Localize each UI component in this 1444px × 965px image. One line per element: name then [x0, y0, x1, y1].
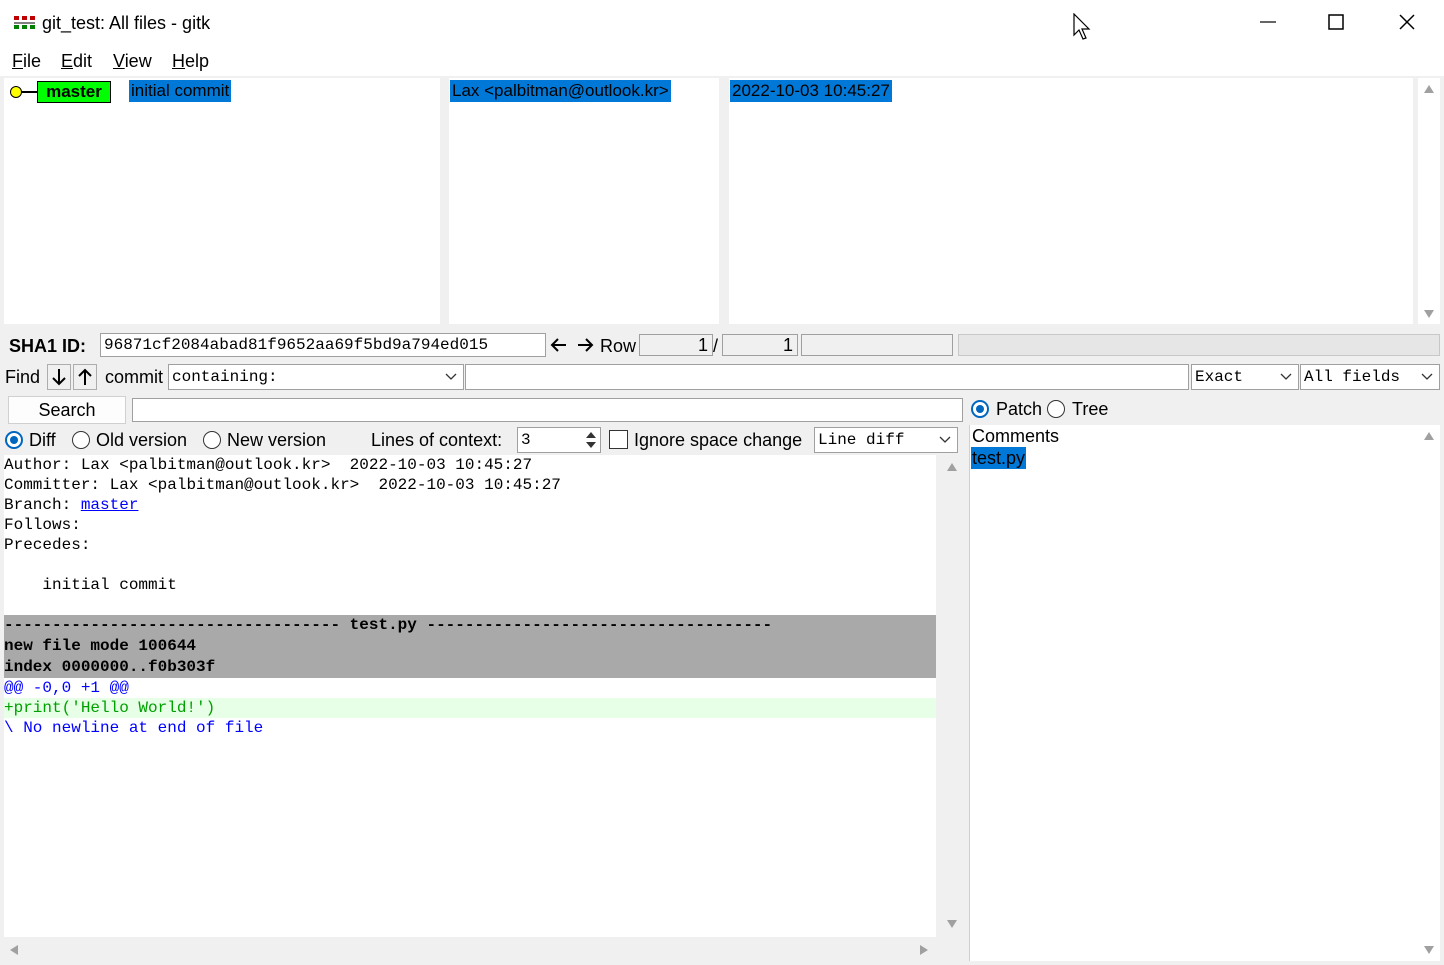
file-header: ----------------------------------- test… [4, 615, 936, 636]
follows-line: Follows: [4, 516, 81, 534]
find-type-select[interactable]: containing: [168, 364, 464, 390]
commit-author[interactable]: Lax <palbitman@outlook.kr> [450, 80, 671, 102]
comments-item[interactable]: Comments [972, 425, 1059, 447]
new-version-radio[interactable] [203, 431, 221, 449]
scroll-up-icon[interactable] [947, 463, 957, 471]
commit-node-icon [8, 84, 40, 100]
scroll-down-icon[interactable] [1424, 946, 1434, 954]
progress-bar [958, 334, 1440, 356]
diff-mode-select[interactable]: Line diff [814, 427, 958, 453]
row-separator: / [713, 336, 719, 356]
find-text-input[interactable] [465, 364, 1189, 390]
minimize-button[interactable] [1244, 0, 1290, 46]
scroll-down-icon[interactable] [947, 920, 957, 928]
sha1-field[interactable]: 96871cf2084abad81f9652aa69f5bd9a794ed015 [100, 333, 546, 357]
scroll-up-icon[interactable] [1424, 85, 1434, 93]
maximize-button[interactable] [1312, 0, 1358, 46]
diff-mode-value: Line diff [818, 431, 905, 449]
commit-label: commit [105, 367, 163, 387]
scroll-up-icon[interactable] [1424, 432, 1434, 440]
find-label: Find [5, 367, 41, 387]
context-spinbox[interactable]: 3 [517, 427, 601, 453]
menu-bar: File Edit View Help [0, 46, 1444, 76]
patch-radio[interactable] [971, 400, 989, 418]
branch-tag: master [37, 81, 111, 103]
chevron-down-icon [1421, 373, 1433, 380]
diff-pane[interactable]: Author: Lax <palbitman@outlook.kr> 2022-… [4, 455, 936, 937]
row-label: Row [600, 336, 637, 356]
find-up-button[interactable] [73, 364, 97, 390]
chevron-down-icon [1280, 373, 1292, 380]
commit-date[interactable]: 2022-10-03 10:45:27 [730, 80, 892, 102]
author-line: Author: Lax <palbitman@outlook.kr> 2022-… [4, 456, 533, 474]
committer-line: Committer: Lax <palbitman@outlook.kr> 20… [4, 476, 561, 494]
gitk-app-icon [14, 16, 36, 30]
chevron-down-icon [445, 373, 457, 380]
match-type-value: Exact [1195, 368, 1244, 386]
spin-up-icon[interactable] [586, 432, 596, 438]
row-total: 1 [722, 334, 798, 356]
menu-edit[interactable]: Edit [61, 50, 92, 72]
patch-label[interactable]: Patch [996, 398, 1042, 420]
menu-view[interactable]: View [113, 50, 152, 72]
fields-select[interactable]: All fields [1300, 364, 1440, 390]
find-type-value: containing: [172, 368, 278, 386]
diff-vertical-scrollbar[interactable] [940, 455, 964, 937]
fields-value: All fields [1304, 368, 1401, 386]
file-item-test-py[interactable]: test.py [971, 447, 1027, 469]
new-version-label[interactable]: New version [227, 429, 326, 451]
search-button[interactable]: Search [8, 396, 126, 424]
forward-arrow-icon[interactable] [574, 333, 596, 357]
no-newline-line: \ No newline at end of file [4, 719, 264, 737]
tree-radio[interactable] [1047, 400, 1065, 418]
file-list-scrollbar[interactable] [1418, 425, 1440, 961]
context-value: 3 [521, 431, 531, 449]
mouse-cursor-icon [1073, 12, 1093, 41]
context-label: Lines of context: [371, 430, 503, 450]
index-line: index 0000000..f0b303f [4, 657, 936, 678]
find-down-button[interactable] [47, 364, 71, 390]
tree-label[interactable]: Tree [1072, 398, 1108, 420]
added-line: +print('Hello World!') [4, 698, 936, 718]
old-version-radio[interactable] [72, 431, 90, 449]
hunk-header: @@ -0,0 +1 @@ [4, 679, 129, 697]
scroll-left-icon[interactable] [10, 945, 18, 955]
scroll-right-icon[interactable] [920, 945, 928, 955]
title-bar: git_test: All files - gitk [0, 0, 1444, 46]
window-title: git_test: All files - gitk [42, 13, 211, 33]
chevron-down-icon [939, 436, 951, 443]
match-type-select[interactable]: Exact [1191, 364, 1299, 390]
commit-message-body: initial commit [4, 576, 177, 594]
file-list-pane[interactable]: Comments test.py [969, 425, 1418, 961]
ignore-space-checkbox[interactable] [609, 430, 628, 449]
menu-file[interactable]: File [12, 50, 41, 72]
file-mode-line: new file mode 100644 [4, 636, 936, 657]
precedes-line: Precedes: [4, 536, 91, 554]
commit-author-pane[interactable]: Lax <palbitman@outlook.kr> [449, 78, 719, 324]
commit-list-scrollbar[interactable] [1418, 78, 1440, 324]
status-box [801, 334, 953, 356]
row-current: 1 [639, 334, 713, 356]
diff-horizontal-scrollbar[interactable] [4, 940, 936, 960]
branch-link[interactable]: master [81, 496, 139, 514]
commit-date-pane[interactable]: 2022-10-03 10:45:27 [729, 78, 1413, 324]
commit-graph-pane[interactable]: master initial commit [4, 78, 440, 324]
ignore-space-label[interactable]: Ignore space change [634, 429, 802, 451]
menu-help[interactable]: Help [172, 50, 209, 72]
sha1-label: SHA1 ID: [9, 336, 87, 356]
search-input[interactable] [132, 398, 963, 422]
back-arrow-icon[interactable] [548, 333, 570, 357]
scroll-down-icon[interactable] [1424, 310, 1434, 318]
spin-down-icon[interactable] [586, 442, 596, 448]
old-version-label[interactable]: Old version [96, 429, 187, 451]
commit-message[interactable]: initial commit [129, 80, 232, 102]
branch-line: Branch: master [4, 496, 139, 514]
diff-label[interactable]: Diff [29, 429, 56, 451]
diff-radio[interactable] [5, 431, 23, 449]
close-button[interactable] [1384, 0, 1430, 46]
